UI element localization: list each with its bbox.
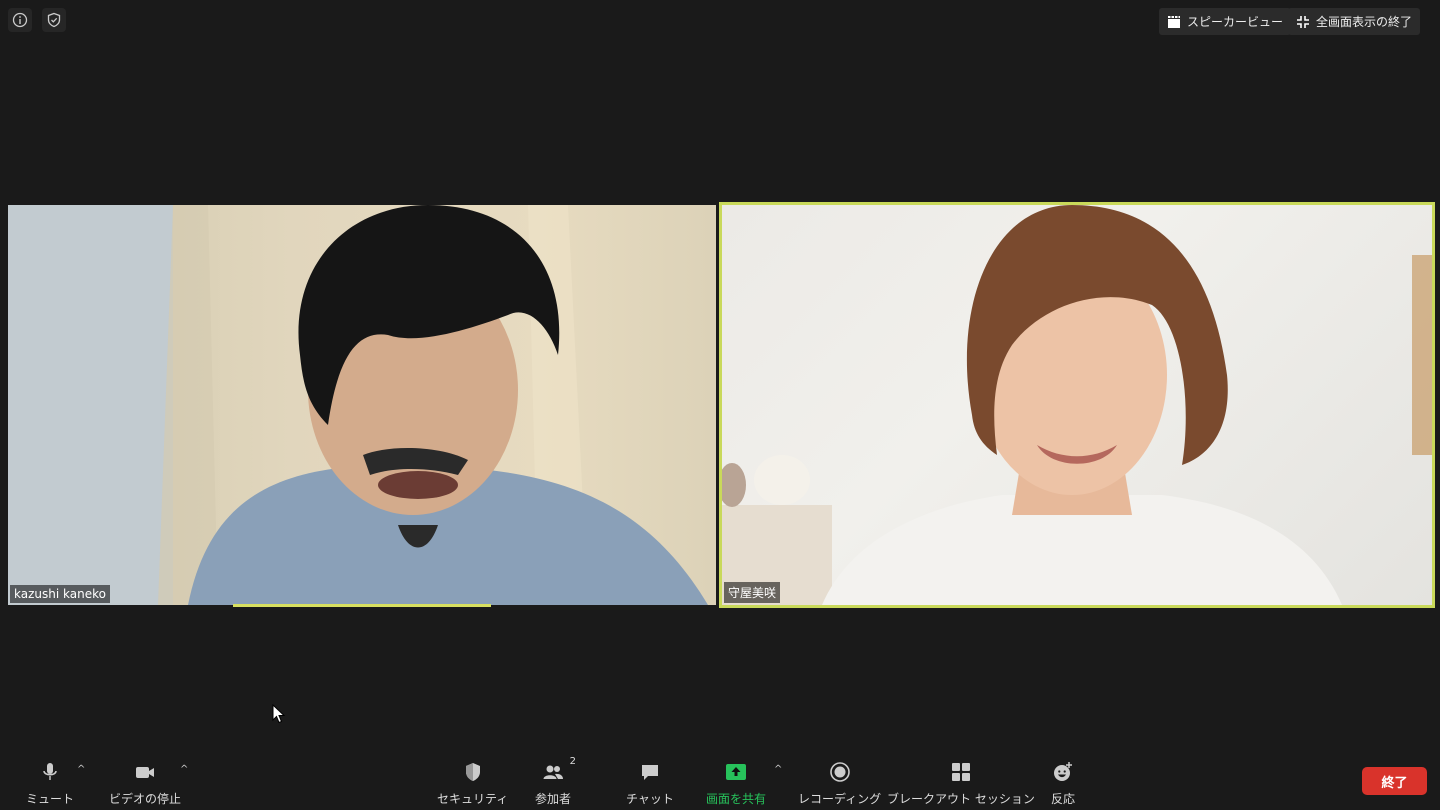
share-options-chevron-up-icon[interactable]: ^: [774, 764, 782, 775]
chat-label: チャット: [626, 792, 674, 806]
stop-video-button[interactable]: ビデオの停止: [109, 760, 181, 807]
breakout-grid-icon: [951, 763, 970, 781]
share-screen-icon: [726, 764, 746, 780]
mute-label: ミュート: [26, 792, 75, 806]
video-tile-kazushi-kaneko[interactable]: kazushi kaneko: [8, 205, 716, 605]
video-camera-icon: [136, 767, 154, 778]
mute-button[interactable]: ミュート: [26, 760, 74, 807]
breakout-rooms-label: ブレークアウト セッション: [887, 792, 1035, 806]
security-label: セキュリティ: [437, 792, 509, 806]
share-screen-button[interactable]: 画面を共有: [706, 760, 766, 807]
meeting-toolbar: ミュート ^ ビデオの停止 ^ セキュリティ 2 参加者 チャット 画面を共有 …: [0, 752, 1440, 810]
video-tile-active-speaker[interactable]: 守屋美咲: [719, 202, 1435, 608]
stop-video-label: ビデオの停止: [109, 792, 182, 806]
participant-name-tag: kazushi kaneko: [10, 585, 110, 603]
emoji-reaction-icon: [1054, 762, 1072, 781]
microphone-icon: [43, 763, 57, 780]
exit-fullscreen-label: 全画面表示の終了: [1316, 15, 1413, 29]
speaker-view-icon: [1168, 15, 1180, 28]
record-button[interactable]: レコーディング: [798, 760, 881, 807]
participant-video-feed: [722, 205, 1432, 605]
reactions-label: 反応: [1050, 792, 1075, 806]
audio-level-indicator: [233, 604, 491, 607]
participants-count-badge: 2: [569, 756, 576, 767]
participants-icon: [543, 765, 563, 779]
speaker-view-button[interactable]: スピーカービュー: [1159, 8, 1292, 35]
exit-fullscreen-icon: [1297, 15, 1309, 28]
share-screen-label: 画面を共有: [706, 792, 767, 806]
audio-options-chevron-up-icon[interactable]: ^: [77, 764, 85, 775]
mouse-cursor-icon: [272, 704, 286, 724]
video-options-chevron-up-icon[interactable]: ^: [180, 764, 188, 775]
participant-name-tag: 守屋美咲: [724, 582, 781, 603]
chat-bubble-icon: [641, 765, 658, 780]
chat-button[interactable]: チャット: [626, 760, 674, 807]
end-meeting-button[interactable]: 終了: [1362, 767, 1427, 795]
participants-label: 参加者: [535, 792, 572, 806]
security-button[interactable]: セキュリティ: [437, 760, 508, 807]
breakout-rooms-button[interactable]: ブレークアウト セッション: [887, 760, 1035, 807]
record-icon: [829, 762, 850, 782]
participants-button[interactable]: 2 参加者: [535, 756, 576, 807]
participant-video-feed: [8, 205, 708, 605]
record-label: レコーディング: [798, 792, 882, 806]
reactions-button[interactable]: 反応: [1050, 760, 1076, 807]
exit-fullscreen-button[interactable]: 全画面表示の終了: [1288, 8, 1421, 35]
speaker-view-label: スピーカービュー: [1187, 15, 1284, 29]
meeting-info-icon[interactable]: [8, 8, 32, 32]
security-shield-icon: [465, 763, 480, 781]
encryption-shield-icon[interactable]: [42, 8, 66, 32]
